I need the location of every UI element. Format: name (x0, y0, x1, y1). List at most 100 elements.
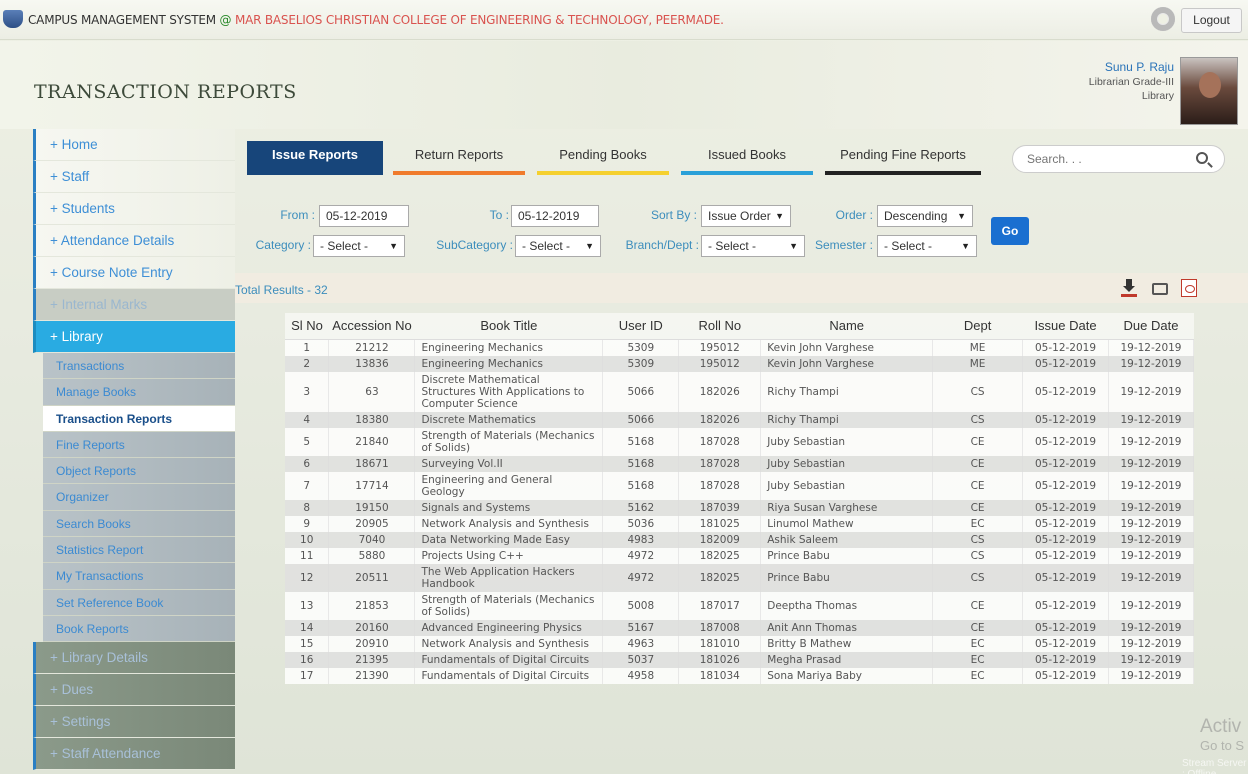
sidebar-subitem-search-books[interactable]: Search Books (43, 510, 235, 538)
table-cell: 11 (285, 547, 330, 564)
branch-dept-select[interactable]: - Select - (701, 235, 805, 257)
sidebar-subitem-object-reports[interactable]: Object Reports (43, 458, 235, 485)
sidebar-subitem-set-reference-book[interactable]: Set Reference Book (43, 589, 235, 616)
category-select[interactable]: - Select - (313, 235, 405, 257)
sidebar-item-course-note-entry[interactable]: + Course Note Entry (33, 257, 235, 289)
subcategory-select[interactable]: - Select - (515, 235, 601, 257)
sidebar-subitem-transaction-reports[interactable]: Transaction Reports (43, 405, 235, 432)
col-name: Name (760, 313, 933, 340)
sidebar-item-library-details[interactable]: + Library Details (33, 642, 235, 675)
table-cell: CE (932, 619, 1024, 636)
col-issue-date: Issue Date (1022, 313, 1109, 340)
table-cell: 63 (328, 371, 416, 412)
table-cell: 05-12-2019 (1022, 563, 1109, 592)
sidebar-item-library[interactable]: + Library (33, 321, 235, 353)
sidebar-item-home[interactable]: + Home (33, 129, 235, 161)
table-cell: Ashik Saleem (760, 531, 934, 548)
table-cell: 5309 (602, 355, 680, 372)
search-icon[interactable] (1196, 152, 1208, 164)
table-cell: 187008 (678, 619, 762, 636)
table-cell: EC (932, 635, 1024, 652)
college-name: MAR BASELIOS CHRISTIAN COLLEGE OF ENGINE… (234, 13, 724, 27)
table-cell: 19-12-2019 (1108, 371, 1195, 412)
logout-button[interactable]: Logout (1181, 8, 1242, 33)
tab-issued-books[interactable]: Issued Books (681, 141, 813, 175)
table-cell: 5162 (602, 499, 680, 516)
tab-issue-reports[interactable]: Issue Reports (247, 141, 383, 175)
user-avatar[interactable] (1180, 57, 1238, 125)
table-row[interactable]: 4 18380 Discrete Mathematics 5066 182026 Rich… (285, 411, 1195, 428)
table-cell: 2 (285, 355, 330, 372)
tab-pending-books[interactable]: Pending Books (537, 141, 669, 175)
activation-watermark: Activ (1200, 716, 1242, 737)
table-row[interactable]: 3 63 Discrete Mathematical Structures With… (285, 371, 1195, 412)
table-row[interactable]: 8 19150 Signals and Systems 5162 187039 Riya … (285, 499, 1195, 516)
table-row[interactable]: 9 20905 Network Analysis and Synthesis 5036… (285, 515, 1195, 532)
table-cell: 13836 (328, 355, 416, 372)
table-row[interactable]: 1 21212 Engineering Mechanics 5309 195012 Kev… (285, 339, 1195, 356)
table-cell: 05-12-2019 (1022, 667, 1109, 684)
table-row[interactable]: 10 7040 Data Networking Made Easy 4983 18200… (285, 531, 1195, 548)
table-row[interactable]: 16 21395 Fundamentals of Digital Circuits 5… (285, 651, 1195, 668)
table-cell: Juby Sebastian (760, 455, 934, 472)
table-row[interactable]: 14 20160 Advanced Engineering Physics 5167 1… (285, 619, 1195, 636)
sidebar-item-students[interactable]: + Students (33, 193, 235, 225)
table-row[interactable]: 12 20511 The Web Application Hackers Handb… (285, 563, 1195, 592)
table-row[interactable]: 15 20910 Network Analysis and Synthesis 496… (285, 635, 1195, 652)
table-cell: 05-12-2019 (1022, 619, 1109, 636)
table-cell: Fundamentals of Digital Circuits (414, 651, 604, 668)
activation-watermark-sub: Go to S (1200, 738, 1245, 753)
table-row[interactable]: 13 21853 Strength of Materials (Mechanics … (285, 591, 1195, 620)
sort-by-select[interactable]: Issue Order (701, 205, 791, 227)
table-cell: 5168 (602, 455, 680, 472)
results-table: Sl No Accession No Book Title User ID Ro… (285, 313, 1195, 684)
table-cell: 19-12-2019 (1108, 499, 1195, 516)
sidebar-subitem-fine-reports[interactable]: Fine Reports (43, 431, 235, 459)
table-cell: 05-12-2019 (1022, 427, 1109, 456)
sidebar-item-staff-attendance[interactable]: + Staff Attendance (33, 738, 235, 771)
table-row[interactable]: 7 17714 Engineering and General Geology 516… (285, 471, 1195, 500)
to-date-field[interactable]: 05-12-2019 (511, 205, 599, 227)
from-date-field[interactable]: 05-12-2019 (319, 205, 409, 227)
table-row[interactable]: 2 13836 Engineering Mechanics 5309 195012 Kev… (285, 355, 1195, 372)
sidebar-subitem-my-transactions[interactable]: My Transactions (43, 563, 235, 590)
table-cell: 5880 (328, 547, 416, 564)
tab-pending-fine-reports[interactable]: Pending Fine Reports (825, 141, 981, 175)
sidebar-subitem-manage-books[interactable]: Manage Books (43, 379, 235, 406)
pdf-icon[interactable] (1181, 279, 1197, 297)
system-separator: @ (219, 13, 232, 27)
search-input[interactable] (1027, 152, 1187, 166)
sidebar-item-settings[interactable]: + Settings (33, 706, 235, 739)
table-cell: ME (932, 355, 1024, 372)
table-row[interactable]: 17 21390 Fundamentals of Digital Circuits 4… (285, 667, 1195, 684)
sidebar-item-internal-marks[interactable]: + Internal Marks (33, 289, 235, 321)
table-row[interactable]: 6 18671 Surveying Vol.II 5168 187028 Juby Seb… (285, 455, 1195, 472)
sidebar-subitem-statistics-report[interactable]: Statistics Report (43, 537, 235, 564)
sidebar-subitem-transactions[interactable]: Transactions (43, 353, 235, 380)
settings-gear-icon[interactable] (1151, 7, 1175, 31)
table-cell: Surveying Vol.II (414, 455, 604, 472)
sidebar-item-dues[interactable]: + Dues (33, 674, 235, 707)
table-cell: 21840 (328, 427, 416, 456)
sidebar-subitem-book-reports[interactable]: Book Reports (43, 615, 235, 643)
table-cell: Prince Babu (760, 547, 934, 564)
table-cell: Discrete Mathematics (414, 411, 604, 428)
print-icon[interactable] (1152, 283, 1168, 295)
table-cell: 19-12-2019 (1108, 471, 1195, 500)
table-row[interactable]: 11 5880 Projects Using C++ 4972 182025 Prince… (285, 547, 1195, 564)
table-cell: 7040 (328, 531, 416, 548)
table-cell: Network Analysis and Synthesis (414, 635, 604, 652)
table-cell: 19-12-2019 (1108, 411, 1195, 428)
sidebar-item-staff[interactable]: + Staff (33, 161, 235, 193)
sidebar-subitem-organizer[interactable]: Organizer (43, 484, 235, 511)
table-row[interactable]: 5 21840 Strength of Materials (Mechanics o… (285, 427, 1195, 456)
user-name[interactable]: Sunu P. Raju (1089, 60, 1174, 74)
tab-return-reports[interactable]: Return Reports (393, 141, 525, 175)
semester-select[interactable]: - Select - (877, 235, 977, 257)
go-button[interactable]: Go (991, 217, 1029, 245)
subcategory-label: SubCategory : (436, 238, 513, 252)
table-cell: 19-12-2019 (1108, 619, 1195, 636)
download-icon[interactable] (1121, 279, 1137, 297)
order-select[interactable]: Descending (877, 205, 973, 227)
sidebar-item-attendance-details[interactable]: + Attendance Details (33, 225, 235, 257)
